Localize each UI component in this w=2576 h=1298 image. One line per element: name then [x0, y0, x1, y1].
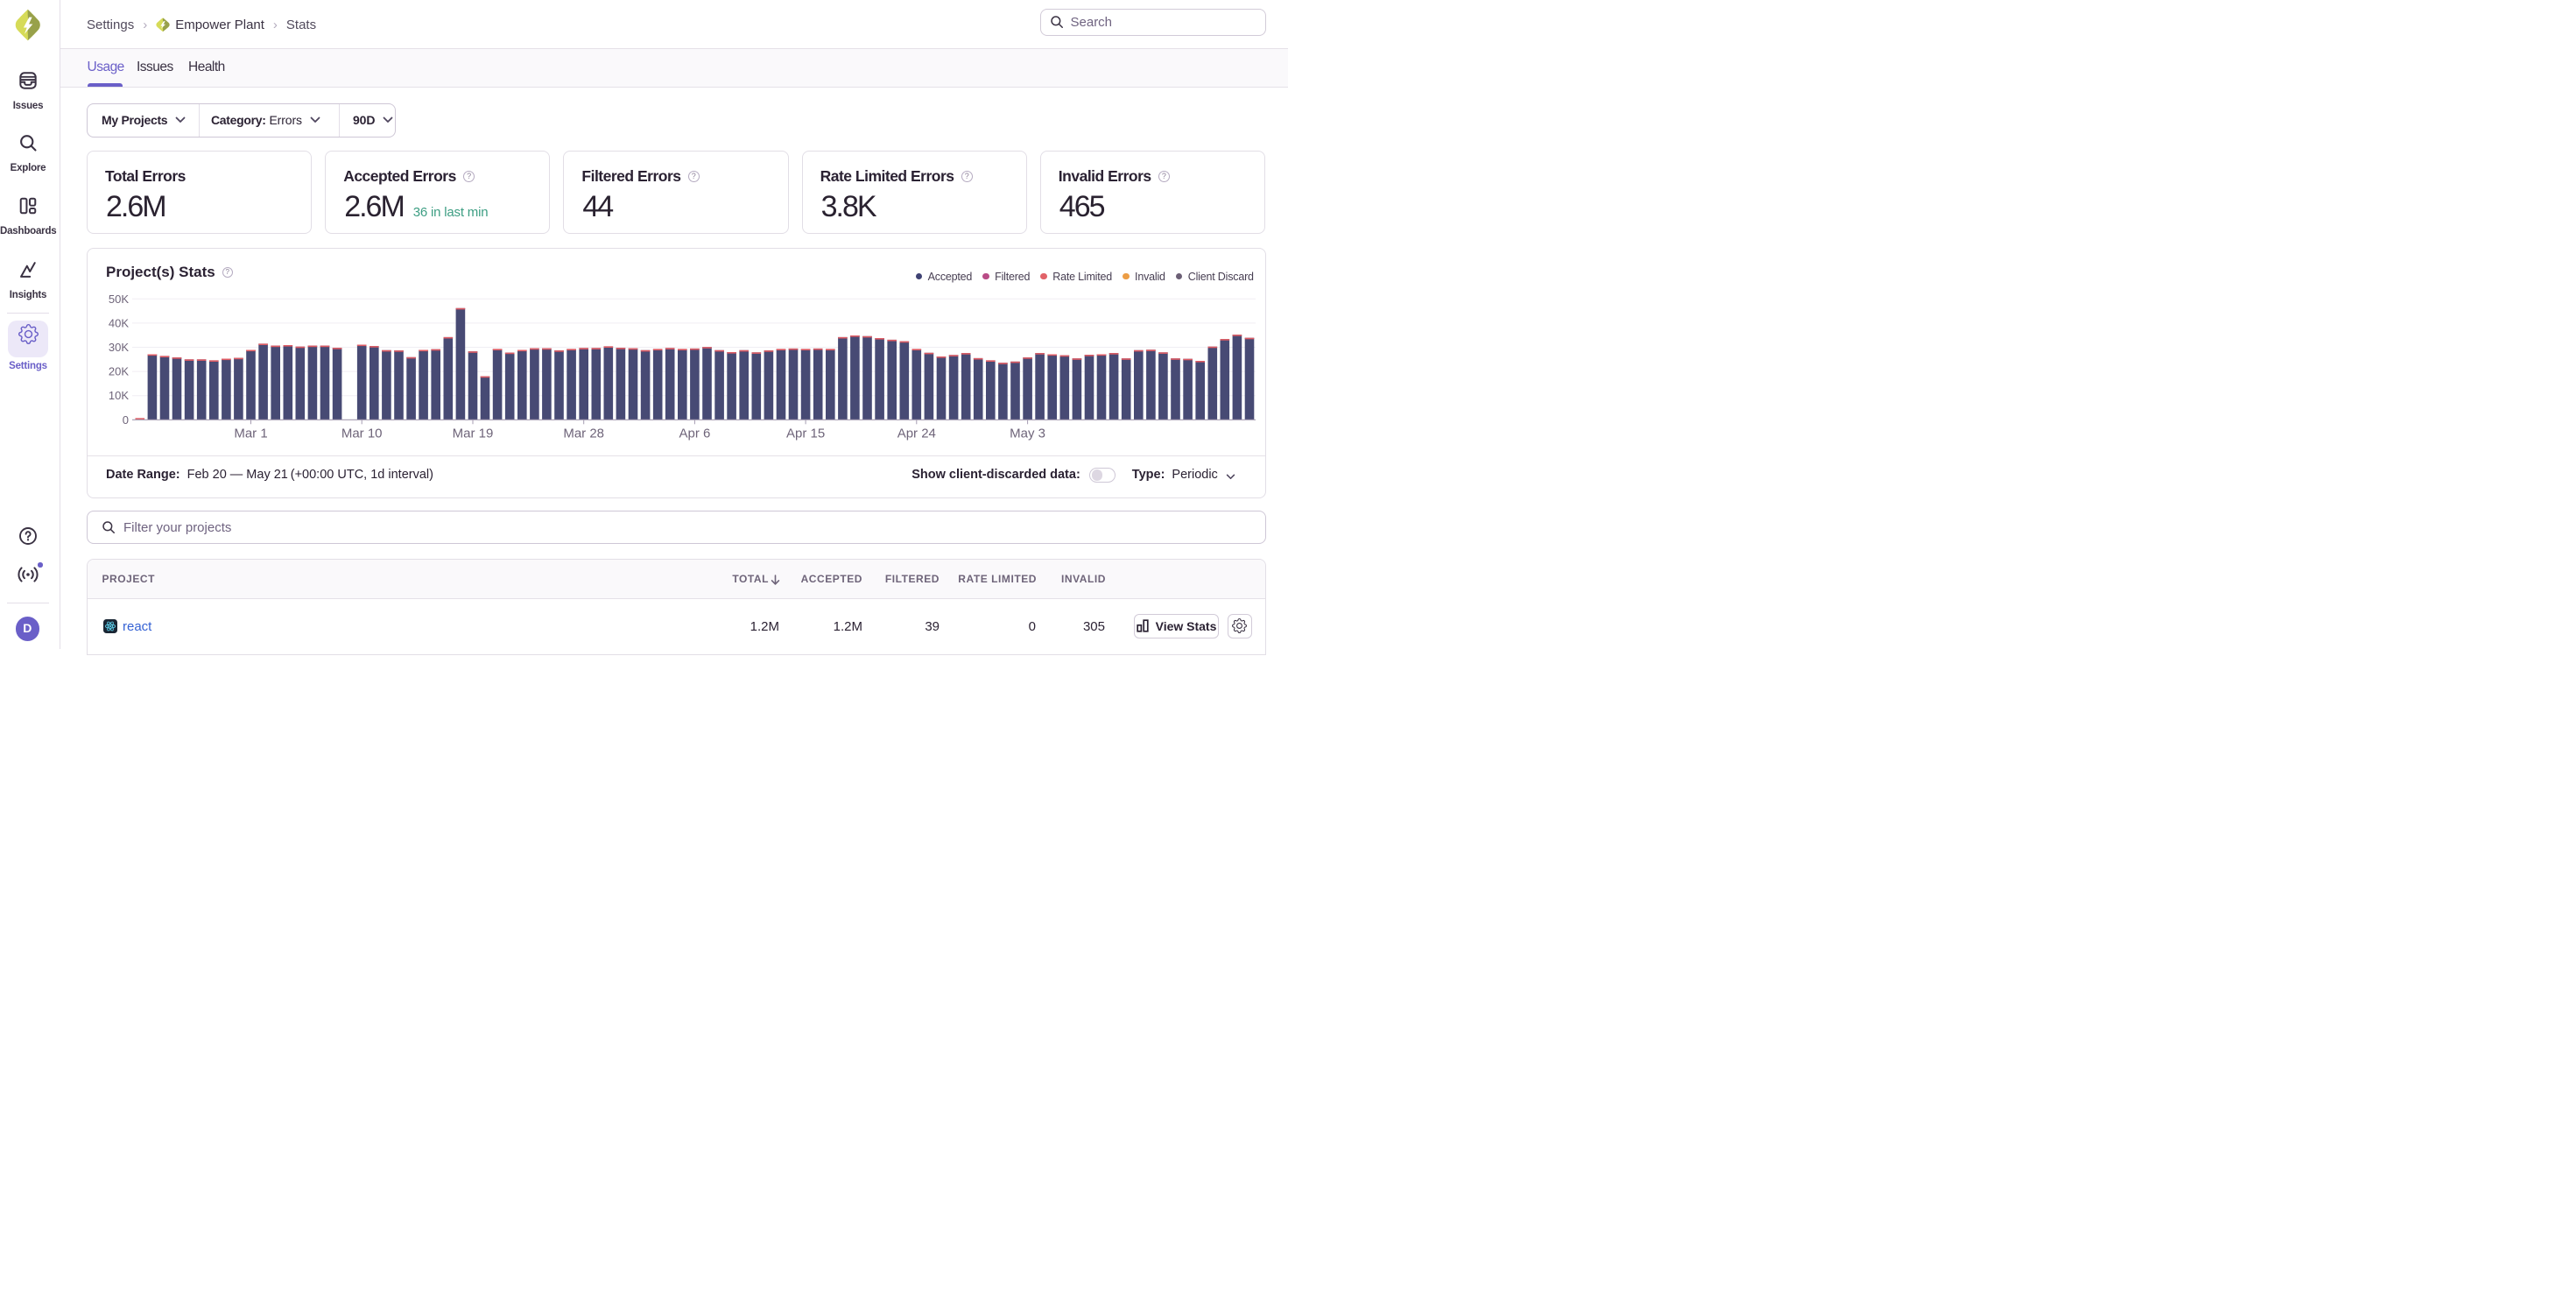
svg-text:Apr 6: Apr 6 — [679, 426, 710, 441]
svg-text:40K: 40K — [109, 316, 129, 329]
svg-text:Mar 10: Mar 10 — [341, 426, 383, 441]
svg-text:30K: 30K — [109, 341, 129, 354]
svg-text:Apr 24: Apr 24 — [897, 426, 936, 441]
svg-text:Mar 19: Mar 19 — [453, 426, 494, 441]
svg-text:50K: 50K — [109, 292, 129, 305]
svg-text:May 3: May 3 — [1010, 426, 1045, 441]
svg-text:10K: 10K — [109, 389, 129, 402]
svg-text:Mar 28: Mar 28 — [563, 426, 604, 441]
svg-text:Mar 1: Mar 1 — [234, 426, 267, 441]
svg-text:0: 0 — [123, 413, 129, 426]
svg-text:20K: 20K — [109, 364, 129, 377]
svg-text:Apr 15: Apr 15 — [786, 426, 825, 441]
